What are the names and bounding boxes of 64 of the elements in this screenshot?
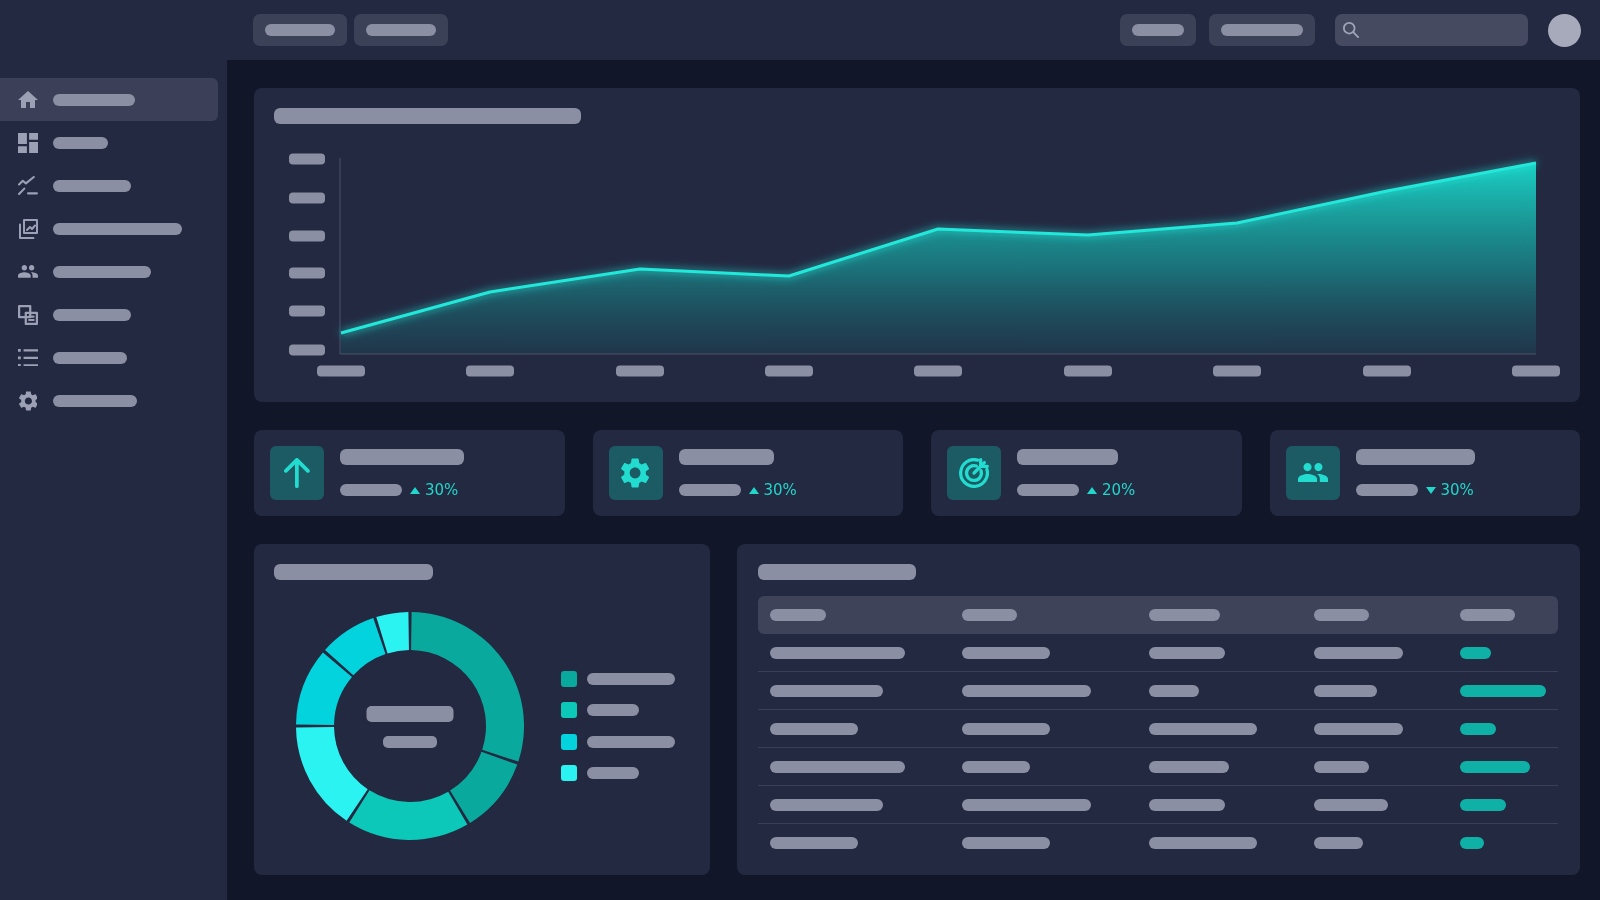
list-icon <box>18 348 38 367</box>
placeholder-bar <box>53 136 108 149</box>
placeholder-bar <box>1460 609 1515 621</box>
toolbar-button[interactable] <box>253 14 347 46</box>
placeholder-bar <box>962 609 1017 621</box>
arrow-up-icon <box>270 446 324 500</box>
placeholder-bar <box>1064 365 1112 377</box>
placeholder-bar <box>317 365 365 377</box>
search-icon <box>1343 22 1359 38</box>
placeholder-bar <box>1213 365 1261 377</box>
placeholder-bar <box>1314 760 1369 773</box>
placeholder-bar <box>1314 836 1363 849</box>
people-icon <box>1285 446 1340 500</box>
line-chart-icon <box>18 176 38 195</box>
placeholder-bar <box>466 365 514 377</box>
picture-stack-icon <box>18 218 38 239</box>
placeholder-bar <box>1132 24 1184 36</box>
placeholder-bar <box>289 153 325 165</box>
placeholder-bar <box>1149 684 1199 697</box>
placeholder-bar <box>1363 365 1411 377</box>
avatar[interactable] <box>1548 13 1581 47</box>
change-percentage: 30% <box>1440 480 1474 500</box>
placeholder-bar <box>678 484 741 496</box>
home-icon <box>18 91 38 108</box>
placeholder-bar <box>962 760 1030 773</box>
placeholder-bar <box>289 192 325 204</box>
placeholder-bar <box>1355 484 1418 496</box>
dashboard-icon <box>18 132 38 153</box>
settings-icon <box>18 390 38 411</box>
placeholder-bar <box>1314 684 1377 697</box>
search-field[interactable] <box>1335 14 1528 46</box>
placeholder-bar <box>1460 646 1491 659</box>
toolbar-button[interactable] <box>1209 14 1315 46</box>
placeholder-bar <box>616 365 664 377</box>
overlapping-squares-icon <box>18 304 38 325</box>
toolbar-button[interactable] <box>354 14 448 46</box>
placeholder-bar <box>1314 609 1369 621</box>
change-percentage: 30% <box>425 480 459 500</box>
placeholder-bar <box>587 704 639 717</box>
placeholder-bar <box>587 767 639 780</box>
change-percentage: 30% <box>763 480 797 500</box>
toolbar-button[interactable] <box>1120 14 1196 46</box>
placeholder-bar <box>1460 722 1496 735</box>
placeholder-bar <box>366 24 436 36</box>
sidebar-item[interactable] <box>0 78 218 121</box>
placeholder-bar <box>1512 365 1560 377</box>
placeholder-bar <box>1149 609 1220 621</box>
settings-icon <box>608 446 663 500</box>
change-percentage: 20% <box>1102 480 1136 500</box>
placeholder-bar <box>265 24 335 36</box>
placeholder-bar <box>289 267 325 279</box>
target-icon <box>947 446 1001 500</box>
placeholder-bar <box>1460 798 1506 811</box>
placeholder-bar <box>340 484 402 496</box>
placeholder-bar <box>770 609 826 621</box>
placeholder-bar <box>1017 484 1079 496</box>
placeholder-bar <box>289 305 325 317</box>
placeholder-bar <box>1460 836 1484 849</box>
placeholder-bar <box>289 230 325 242</box>
placeholder-bar <box>765 365 813 377</box>
placeholder-bar <box>1460 760 1530 773</box>
people-icon <box>18 265 38 278</box>
placeholder-bar <box>914 365 962 377</box>
placeholder-bar <box>289 344 325 356</box>
